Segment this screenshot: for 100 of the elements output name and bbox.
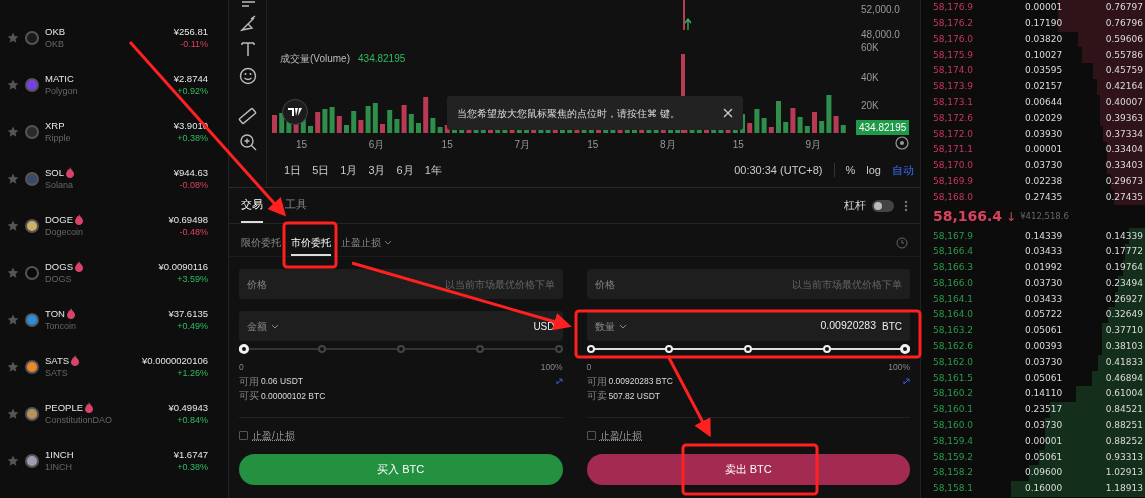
star-icon — [7, 313, 19, 326]
coin-name: ConstitutionDAO — [45, 413, 113, 427]
order-price: 58,162.6 — [933, 340, 975, 354]
coin-symbol: TON — [45, 306, 65, 320]
slider-min-label: 0 — [586, 361, 592, 374]
order-amount: 0.03930 — [1025, 127, 1064, 141]
fiat-price: ¥412,518.6 — [1020, 210, 1069, 224]
coin-price: ¥0.0090116 — [158, 259, 208, 273]
order-amount: 0.03595 — [1025, 64, 1064, 78]
order-total: 0.23494 — [1105, 276, 1143, 290]
more-icon[interactable] — [904, 199, 908, 212]
field-label: 价格 — [247, 278, 267, 292]
coin-name: Ripple — [45, 131, 71, 145]
order-amount: 0.03820 — [1025, 32, 1064, 46]
order-amount: 0.16000 — [1025, 482, 1064, 496]
slider-thumb[interactable] — [900, 344, 910, 354]
axis-label: 9月 — [805, 138, 822, 152]
checkbox[interactable] — [586, 430, 596, 440]
max-value: 0.00000102 BTC — [261, 389, 326, 403]
coin-name: Solana — [45, 178, 75, 192]
order-price: 58,160.1 — [933, 403, 975, 417]
order-price: 58,169.9 — [933, 174, 975, 188]
order-total: 0.93313 — [1105, 450, 1143, 464]
price-change: +0.38% — [177, 131, 208, 145]
scale-option[interactable]: log — [866, 161, 881, 179]
order-amount: 0.00001 — [1025, 1, 1064, 15]
order-price: 58,166.4 — [933, 245, 975, 259]
order-amount: 0.03730 — [1025, 419, 1064, 433]
zoom-in-icon[interactable] — [238, 133, 257, 151]
price-change: +3.59% — [177, 272, 208, 286]
leverage-toggle[interactable] — [872, 199, 894, 212]
order-price: 58,172.6 — [933, 111, 975, 125]
brush-icon[interactable] — [238, 15, 257, 33]
order-total: 1.18913 — [1105, 482, 1143, 496]
order-type-tab[interactable]: 止盈止损 — [341, 230, 392, 256]
order-price: 58,173.9 — [933, 80, 975, 94]
close-icon[interactable] — [723, 108, 733, 118]
axis-label: 15 — [732, 138, 744, 152]
trade-tab[interactable]: 交易 — [241, 188, 263, 223]
trade-tab[interactable]: 工具 — [285, 188, 307, 223]
order-amount: 0.05061 — [1025, 324, 1064, 338]
order-amount: 0.02029 — [1025, 111, 1064, 125]
coin-symbol: DOGS — [45, 259, 73, 273]
order-amount: 0.10027 — [1025, 48, 1064, 62]
order-total: 0.45759 — [1105, 64, 1143, 78]
order-amount: 0.23517 — [1025, 403, 1064, 417]
last-price: 58,166.4 — [933, 207, 1003, 227]
coin-name: SATS — [45, 366, 69, 380]
price-change: -0.48% — [179, 225, 208, 239]
chart-logo-icon — [282, 99, 308, 125]
order-total: 0.33404 — [1105, 143, 1143, 157]
percent-slider[interactable] — [239, 342, 563, 356]
order-type-tab[interactable]: 限价委托 — [241, 230, 281, 256]
slider-stop[interactable] — [317, 345, 326, 353]
price-change: +0.92% — [177, 84, 208, 98]
timeframe-button[interactable]: 5日 — [312, 161, 330, 179]
percent-slider[interactable] — [586, 342, 910, 356]
slider-max-label: 100% — [888, 361, 910, 374]
amount-field[interactable]: 金额 USD — [239, 311, 563, 341]
chevron-down-icon — [618, 323, 627, 329]
tooltip-text: 当您希望放大您鼠标聚焦的点位时，请按住⌘ 键。 — [457, 106, 680, 121]
timeframe-button[interactable]: 1日 — [284, 161, 302, 179]
available-value: 0.06 USDT — [261, 374, 304, 388]
timeframe-button[interactable]: 1月 — [340, 161, 358, 179]
scale-option[interactable]: % — [845, 161, 856, 179]
order-price: 58,166.0 — [933, 276, 975, 290]
coin-price: ¥0.69498 — [168, 212, 208, 226]
amount-field[interactable]: 数量 0.00920283 BTC — [586, 311, 910, 341]
transfer-icon — [903, 377, 910, 385]
order-total: 0.39363 — [1105, 111, 1143, 125]
slider-stop[interactable] — [396, 345, 405, 353]
emoji-icon[interactable] — [238, 67, 257, 85]
order-type-tab[interactable]: 市价委托 — [291, 230, 331, 256]
timeframe-button[interactable]: 1年 — [424, 161, 442, 179]
price-change: +1.26% — [177, 366, 208, 380]
scale-option[interactable]: 自动 — [892, 161, 914, 179]
max-value: 507.82 USDT — [608, 389, 660, 403]
order-total: 0.40007 — [1105, 95, 1143, 109]
price-change: -0.08% — [179, 178, 208, 192]
order-amount: 0.09600 — [1025, 466, 1064, 480]
text-tool-icon[interactable] — [238, 40, 257, 58]
buy-button[interactable]: 买入 BTC — [239, 453, 563, 485]
ruler-icon[interactable] — [238, 107, 257, 126]
star-icon — [7, 172, 19, 185]
timeframe-button[interactable]: 6月 — [396, 161, 414, 179]
checkbox[interactable] — [239, 430, 248, 440]
order-price: 58,160.2 — [933, 387, 975, 401]
trend-arrow: ↓ — [1006, 208, 1017, 226]
price-change: +0.49% — [177, 319, 208, 333]
coin-symbol: XRP — [45, 118, 65, 132]
sell-button[interactable]: 卖出 BTC — [586, 453, 910, 485]
checkbox-label: 止盈/止损 — [599, 428, 643, 443]
order-total: 0.42164 — [1105, 80, 1143, 94]
coin-price: ¥1.6747 — [173, 447, 208, 461]
slider-max-label: 100% — [540, 361, 563, 374]
slider-thumb[interactable] — [239, 344, 249, 354]
order-price: 58,176.2 — [933, 16, 975, 30]
slider-stop[interactable] — [554, 345, 563, 353]
timeframe-button[interactable]: 3月 — [368, 161, 386, 179]
slider-stop[interactable] — [475, 345, 484, 353]
